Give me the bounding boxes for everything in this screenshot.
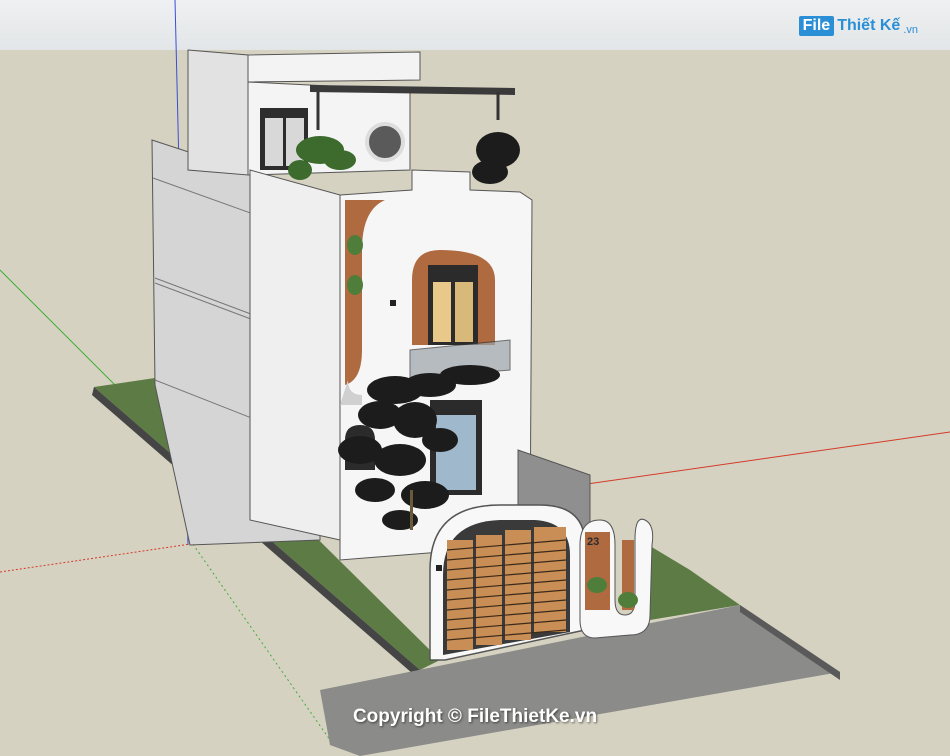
roof-slab <box>247 51 421 83</box>
ground-floor-glass <box>436 415 476 490</box>
tree-trunk <box>410 490 413 530</box>
door-pane-lit <box>433 282 451 342</box>
copyright-watermark: Copyright © FileThietKe.vn <box>352 706 598 727</box>
watermark-logo: File Thiết Kế .vn <box>798 12 918 40</box>
house-number-plate: 23 <box>587 536 600 548</box>
logo-badge: File <box>798 16 835 36</box>
red-axis <box>579 431 950 486</box>
gate-light <box>436 565 442 571</box>
door-pane-lit <box>455 282 473 342</box>
wall-light <box>390 300 396 306</box>
3d-model-viewport[interactable] <box>0 0 950 756</box>
gate-panel <box>447 540 473 650</box>
facade-side <box>249 169 341 541</box>
lawn-right <box>640 540 740 620</box>
gate-panel <box>476 535 502 645</box>
round-window <box>365 122 405 162</box>
window-pane <box>265 118 283 166</box>
logo-suffix: .vn <box>903 24 918 36</box>
main-gate[interactable] <box>446 527 567 650</box>
stair-tower <box>187 49 249 176</box>
logo-text: Thiết Kế <box>837 17 901 34</box>
